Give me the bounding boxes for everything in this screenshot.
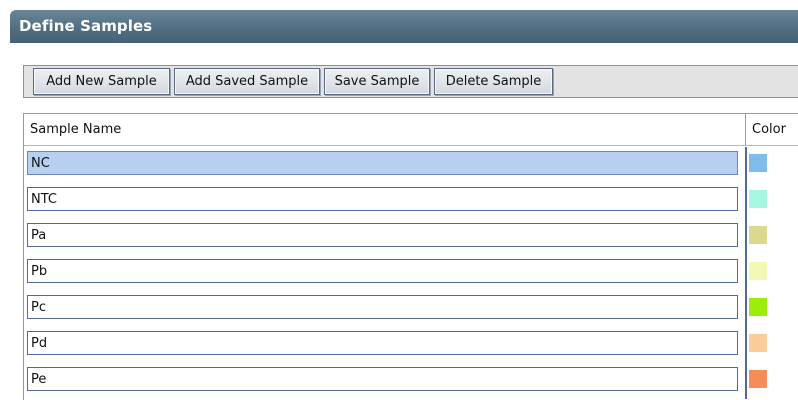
samples-table: Sample Name Color bbox=[23, 113, 798, 400]
column-header-color[interactable]: Color bbox=[746, 114, 798, 145]
panel-title-bar: Define Samples bbox=[10, 10, 798, 43]
sample-color-cell[interactable] bbox=[745, 363, 798, 399]
sample-toolbar: Add New Sample Add Saved Sample Save Sam… bbox=[23, 65, 798, 98]
table-row[interactable] bbox=[24, 327, 798, 363]
sample-name-input[interactable] bbox=[27, 367, 738, 391]
sample-color-cell[interactable] bbox=[745, 147, 798, 183]
color-swatch bbox=[749, 370, 767, 388]
define-samples-panel: Define Samples Add New Sample Add Saved … bbox=[10, 10, 798, 400]
table-row[interactable] bbox=[24, 219, 798, 255]
table-row[interactable] bbox=[24, 183, 798, 219]
color-swatch bbox=[749, 298, 767, 316]
table-row[interactable] bbox=[24, 363, 798, 399]
color-swatch bbox=[749, 154, 767, 172]
table-row[interactable] bbox=[24, 255, 798, 291]
delete-sample-button[interactable]: Delete Sample bbox=[434, 68, 553, 95]
sample-color-cell[interactable] bbox=[745, 183, 798, 219]
color-swatch bbox=[749, 334, 767, 352]
sample-color-cell[interactable] bbox=[745, 327, 798, 363]
color-swatch bbox=[749, 226, 767, 244]
color-swatch bbox=[749, 262, 767, 280]
table-row[interactable] bbox=[24, 147, 798, 183]
panel-title: Define Samples bbox=[19, 17, 153, 35]
sample-name-input[interactable] bbox=[27, 223, 738, 247]
sample-color-cell[interactable] bbox=[745, 219, 798, 255]
header-divider bbox=[24, 145, 798, 146]
sample-name-input[interactable] bbox=[27, 295, 738, 319]
sample-name-input[interactable] bbox=[27, 151, 738, 175]
sample-name-input[interactable] bbox=[27, 187, 738, 211]
color-swatch bbox=[749, 190, 767, 208]
sample-color-cell[interactable] bbox=[745, 291, 798, 327]
sample-color-cell[interactable] bbox=[745, 255, 798, 291]
column-header-sample-name[interactable]: Sample Name bbox=[24, 114, 746, 145]
save-sample-button[interactable]: Save Sample bbox=[324, 68, 430, 95]
add-new-sample-button[interactable]: Add New Sample bbox=[33, 68, 170, 95]
sample-name-input[interactable] bbox=[27, 331, 738, 355]
add-saved-sample-button[interactable]: Add Saved Sample bbox=[174, 68, 320, 95]
table-row[interactable] bbox=[24, 291, 798, 327]
sample-name-input[interactable] bbox=[27, 259, 738, 283]
